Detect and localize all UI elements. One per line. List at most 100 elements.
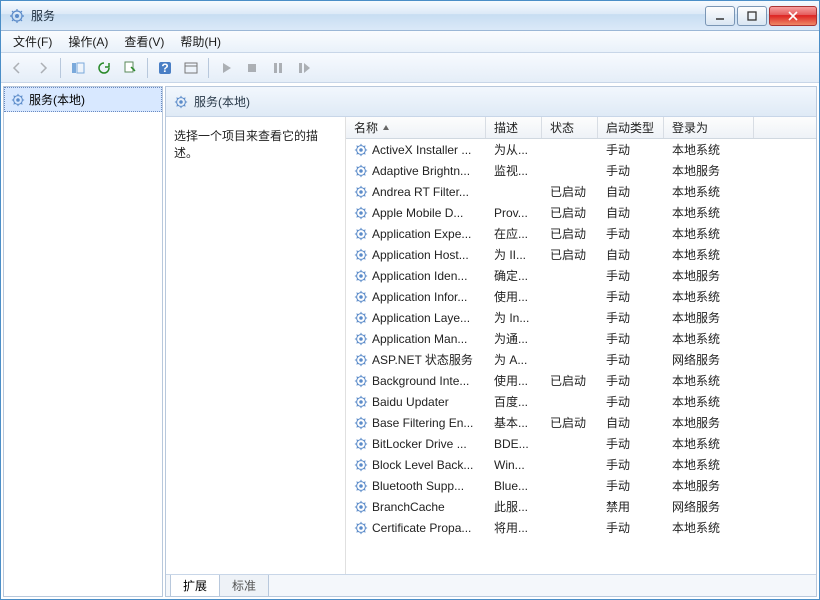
service-row[interactable]: Base Filtering En...基本...已启动自动本地服务 bbox=[346, 412, 816, 433]
cell-desc: 确定... bbox=[486, 265, 542, 286]
service-row[interactable]: Application Host...为 II...已启动自动本地系统 bbox=[346, 244, 816, 265]
cell-logon: 本地服务 bbox=[664, 307, 754, 328]
cell-startup: 手动 bbox=[598, 286, 664, 307]
cell-desc: Prov... bbox=[486, 204, 542, 222]
close-button[interactable] bbox=[769, 6, 817, 26]
maximize-button[interactable] bbox=[737, 6, 767, 26]
column-name[interactable]: 名称 bbox=[346, 117, 486, 138]
window: 服务 文件(F) 操作(A) 查看(V) 帮助(H) ? 服务(本地 bbox=[0, 0, 820, 600]
cell-status bbox=[542, 274, 598, 278]
service-row[interactable]: BranchCache此服...禁用网络服务 bbox=[346, 496, 816, 517]
help-button[interactable]: ? bbox=[153, 56, 177, 80]
start-service-button[interactable] bbox=[214, 56, 238, 80]
cell-name: BitLocker Drive ... bbox=[346, 435, 486, 453]
cell-startup: 手动 bbox=[598, 328, 664, 349]
service-row[interactable]: Certificate Propa...将用...手动本地系统 bbox=[346, 517, 816, 538]
column-status[interactable]: 状态 bbox=[542, 117, 598, 138]
services-app-icon bbox=[9, 8, 25, 24]
back-button[interactable] bbox=[5, 56, 29, 80]
gear-icon bbox=[354, 458, 368, 472]
minimize-button[interactable] bbox=[705, 6, 735, 26]
cell-logon: 本地服务 bbox=[664, 475, 754, 496]
menu-file[interactable]: 文件(F) bbox=[5, 31, 60, 52]
column-logon-as[interactable]: 登录为 bbox=[664, 117, 754, 138]
cell-desc: 在应... bbox=[486, 223, 542, 244]
cell-name: Base Filtering En... bbox=[346, 414, 486, 432]
cell-startup: 手动 bbox=[598, 370, 664, 391]
service-row[interactable]: Background Inte...使用...已启动手动本地系统 bbox=[346, 370, 816, 391]
cell-logon: 本地服务 bbox=[664, 160, 754, 181]
gear-icon bbox=[354, 206, 368, 220]
service-row[interactable]: ActiveX Installer ...为从...手动本地系统 bbox=[346, 139, 816, 160]
service-row[interactable]: Andrea RT Filter...已启动自动本地系统 bbox=[346, 181, 816, 202]
cell-startup: 禁用 bbox=[598, 496, 664, 517]
service-row[interactable]: Apple Mobile D...Prov...已启动自动本地系统 bbox=[346, 202, 816, 223]
cell-status bbox=[542, 148, 598, 152]
cell-name: BranchCache bbox=[346, 498, 486, 516]
right-pane-heading: 服务(本地) bbox=[166, 87, 816, 117]
properties-button[interactable] bbox=[179, 56, 203, 80]
column-startup-type[interactable]: 启动类型 bbox=[598, 117, 664, 138]
cell-startup: 手动 bbox=[598, 307, 664, 328]
column-description[interactable]: 描述 bbox=[486, 117, 542, 138]
restart-service-button[interactable] bbox=[292, 56, 316, 80]
tab-extended[interactable]: 扩展 bbox=[170, 575, 220, 597]
gear-icon bbox=[354, 311, 368, 325]
cell-logon: 网络服务 bbox=[664, 349, 754, 370]
tab-standard[interactable]: 标准 bbox=[219, 575, 269, 597]
menu-help[interactable]: 帮助(H) bbox=[172, 31, 229, 52]
gear-icon bbox=[354, 521, 368, 535]
gear-icon bbox=[354, 143, 368, 157]
cell-name: Background Inte... bbox=[346, 372, 486, 390]
description-pane: 选择一个项目来查看它的描述。 bbox=[166, 117, 346, 574]
cell-status bbox=[542, 400, 598, 404]
cell-status: 已启动 bbox=[542, 370, 598, 391]
cell-logon: 本地系统 bbox=[664, 517, 754, 538]
cell-name: Application Laye... bbox=[346, 309, 486, 327]
service-row[interactable]: Application Expe...在应...已启动手动本地系统 bbox=[346, 223, 816, 244]
export-list-button[interactable] bbox=[118, 56, 142, 80]
service-row[interactable]: Baidu Updater百度...手动本地系统 bbox=[346, 391, 816, 412]
cell-logon: 本地系统 bbox=[664, 454, 754, 475]
refresh-button[interactable] bbox=[92, 56, 116, 80]
cell-desc: 将用... bbox=[486, 517, 542, 538]
service-row[interactable]: Application Man...为通...手动本地系统 bbox=[346, 328, 816, 349]
cell-desc: 使用... bbox=[486, 370, 542, 391]
cell-status bbox=[542, 316, 598, 320]
pause-service-button[interactable] bbox=[266, 56, 290, 80]
tree-pane[interactable]: 服务(本地) bbox=[3, 86, 163, 597]
cell-startup: 自动 bbox=[598, 202, 664, 223]
gear-icon bbox=[354, 353, 368, 367]
cell-logon: 本地系统 bbox=[664, 244, 754, 265]
service-row[interactable]: Application Iden...确定...手动本地服务 bbox=[346, 265, 816, 286]
right-body: 选择一个项目来查看它的描述。 名称 描述 状态 启动类型 登录为 ActiveX… bbox=[166, 117, 816, 574]
cell-startup: 自动 bbox=[598, 412, 664, 433]
cell-status: 已启动 bbox=[542, 202, 598, 223]
cell-desc: 监视... bbox=[486, 160, 542, 181]
service-row[interactable]: Application Infor...使用...手动本地系统 bbox=[346, 286, 816, 307]
service-row[interactable]: Bluetooth Supp...Blue...手动本地服务 bbox=[346, 475, 816, 496]
service-row[interactable]: Application Laye...为 In...手动本地服务 bbox=[346, 307, 816, 328]
service-row[interactable]: BitLocker Drive ...BDE...手动本地系统 bbox=[346, 433, 816, 454]
tabs: 扩展 标准 bbox=[166, 574, 816, 596]
service-list[interactable]: 名称 描述 状态 启动类型 登录为 ActiveX Installer ...为… bbox=[346, 117, 816, 574]
service-row[interactable]: Block Level Back...Win...手动本地系统 bbox=[346, 454, 816, 475]
cell-status: 已启动 bbox=[542, 412, 598, 433]
service-row[interactable]: Adaptive Brightn...监视...手动本地服务 bbox=[346, 160, 816, 181]
service-row[interactable]: ASP.NET 状态服务为 A...手动网络服务 bbox=[346, 349, 816, 370]
menu-view[interactable]: 查看(V) bbox=[116, 31, 172, 52]
cell-name: ActiveX Installer ... bbox=[346, 141, 486, 159]
gear-icon bbox=[354, 290, 368, 304]
show-hide-tree-button[interactable] bbox=[66, 56, 90, 80]
tree-item-services-local[interactable]: 服务(本地) bbox=[4, 87, 162, 112]
toolbar-separator bbox=[60, 58, 61, 78]
cell-startup: 自动 bbox=[598, 244, 664, 265]
cell-logon: 网络服务 bbox=[664, 496, 754, 517]
stop-service-button[interactable] bbox=[240, 56, 264, 80]
menu-action[interactable]: 操作(A) bbox=[60, 31, 116, 52]
cell-status bbox=[542, 337, 598, 341]
cell-logon: 本地系统 bbox=[664, 202, 754, 223]
cell-desc: Win... bbox=[486, 456, 542, 474]
cell-startup: 手动 bbox=[598, 139, 664, 160]
forward-button[interactable] bbox=[31, 56, 55, 80]
